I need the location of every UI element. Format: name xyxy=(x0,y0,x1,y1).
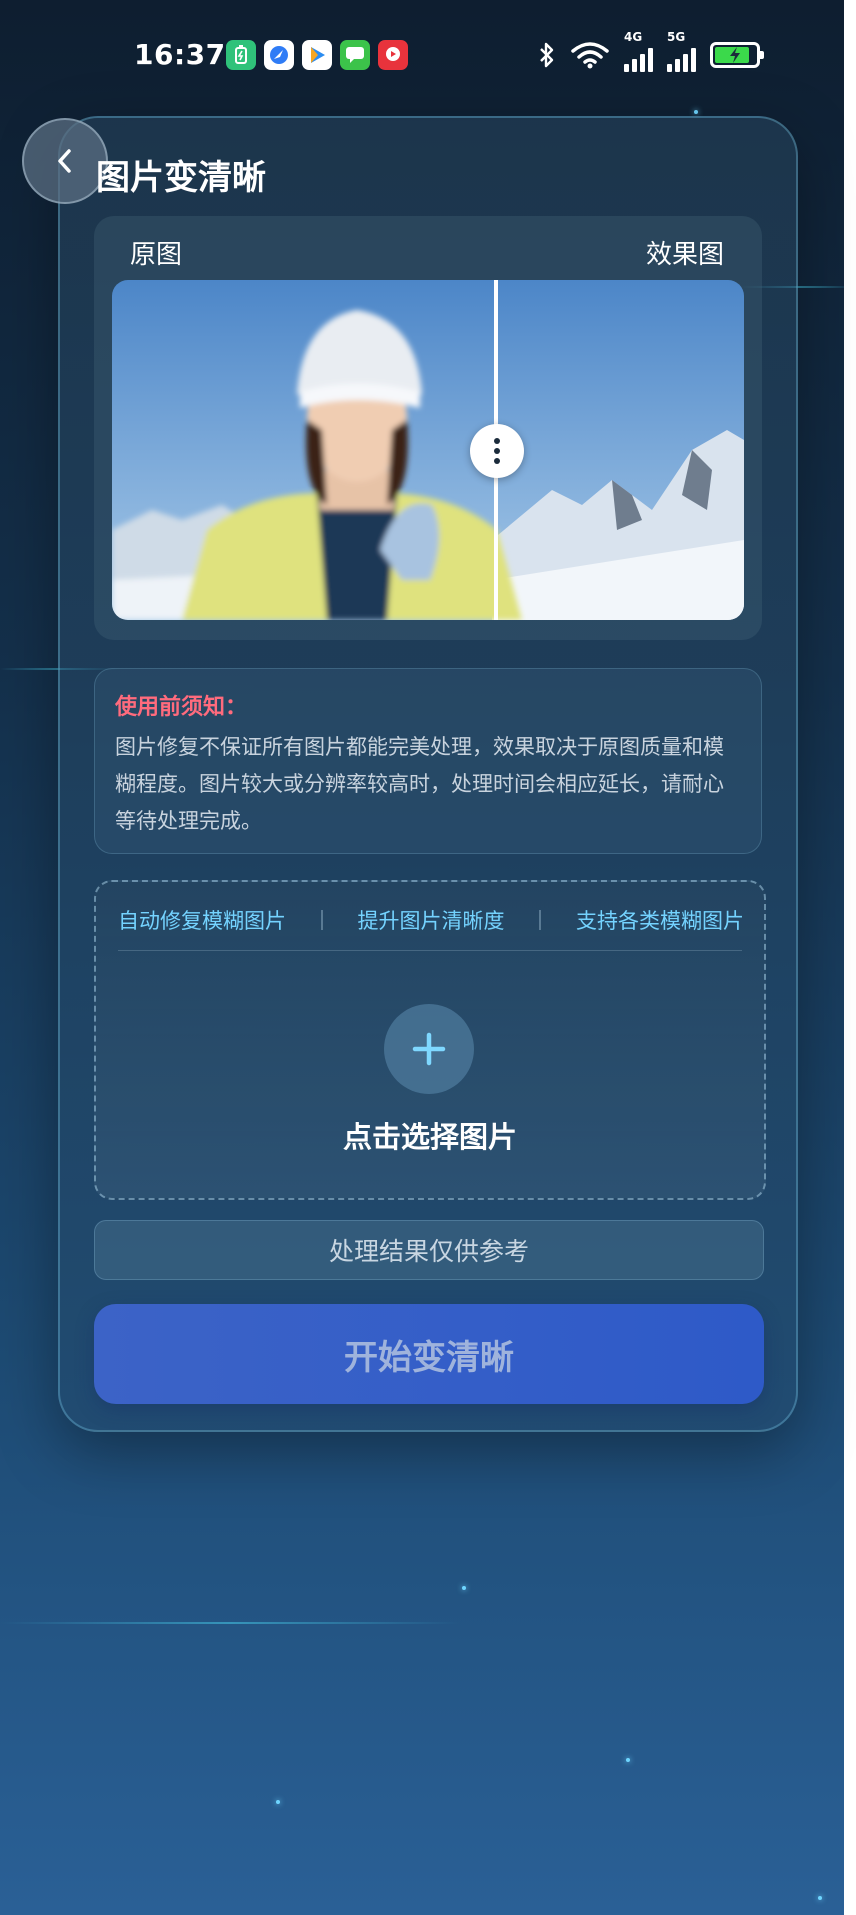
signal-4g-label: 4G xyxy=(624,30,643,44)
compare-image[interactable] xyxy=(112,280,744,620)
notice-title: 使用前须知： xyxy=(115,695,248,720)
bluetooth-icon xyxy=(540,42,554,68)
feature-divider xyxy=(118,950,742,951)
compare-slider-handle[interactable] xyxy=(470,424,524,478)
status-time: 16:37 xyxy=(134,38,226,71)
reference-note: 处理结果仅供参考 xyxy=(94,1220,764,1280)
result-label: 效果图 xyxy=(645,240,724,270)
signal-4g-icon: 4G xyxy=(624,30,653,72)
chevron-left-icon xyxy=(58,149,71,173)
add-image-button[interactable] xyxy=(384,1004,474,1094)
notification-icons xyxy=(226,40,408,70)
notice-text: 图片修复不保证所有图片都能完美处理，效果取决于原图质量和模糊程度。图片较大或分辨… xyxy=(115,735,724,833)
notice-box: 使用前须知： 图片修复不保证所有图片都能完美处理，效果取决于原图质量和模糊程度。… xyxy=(94,668,762,854)
background-star xyxy=(818,1896,822,1900)
background-glow-line xyxy=(0,1622,460,1624)
start-enhance-button[interactable]: 开始变清晰 xyxy=(94,1304,764,1404)
feature-item: 支持各类模糊图片 xyxy=(576,909,744,933)
wifi-icon xyxy=(571,42,609,69)
video-app-icon xyxy=(378,40,408,70)
signal-5g-icon: 5G xyxy=(667,30,696,72)
battery-charging-icon xyxy=(710,42,764,68)
upload-label: 点击选择图片 xyxy=(342,1120,517,1154)
background-star xyxy=(694,110,698,114)
video-player-icon xyxy=(302,40,332,70)
background-star xyxy=(276,1800,280,1804)
status-bar: 16:37 4G 5G xyxy=(0,30,856,76)
signal-5g-label: 5G xyxy=(667,30,686,44)
browser-icon xyxy=(264,40,294,70)
feature-separator xyxy=(539,910,542,930)
feature-list: 自动修复模糊图片 提升图片清晰度 支持各类模糊图片 xyxy=(118,900,744,940)
background-star xyxy=(462,1586,466,1590)
feature-item: 自动修复模糊图片 xyxy=(118,909,286,933)
feature-item: 提升图片清晰度 xyxy=(357,909,505,933)
battery-app-icon xyxy=(226,40,256,70)
page-title: 图片变清晰 xyxy=(96,158,266,198)
background-star xyxy=(626,1758,630,1762)
original-label: 原图 xyxy=(130,240,183,270)
screen-edge-strip xyxy=(844,0,856,1915)
plus-icon xyxy=(412,1032,446,1066)
system-icons: 4G 5G xyxy=(538,30,764,72)
messages-icon xyxy=(340,40,370,70)
feature-separator xyxy=(320,910,323,930)
upload-area[interactable]: 自动修复模糊图片 提升图片清晰度 支持各类模糊图片 点击选择图片 xyxy=(94,880,766,1200)
